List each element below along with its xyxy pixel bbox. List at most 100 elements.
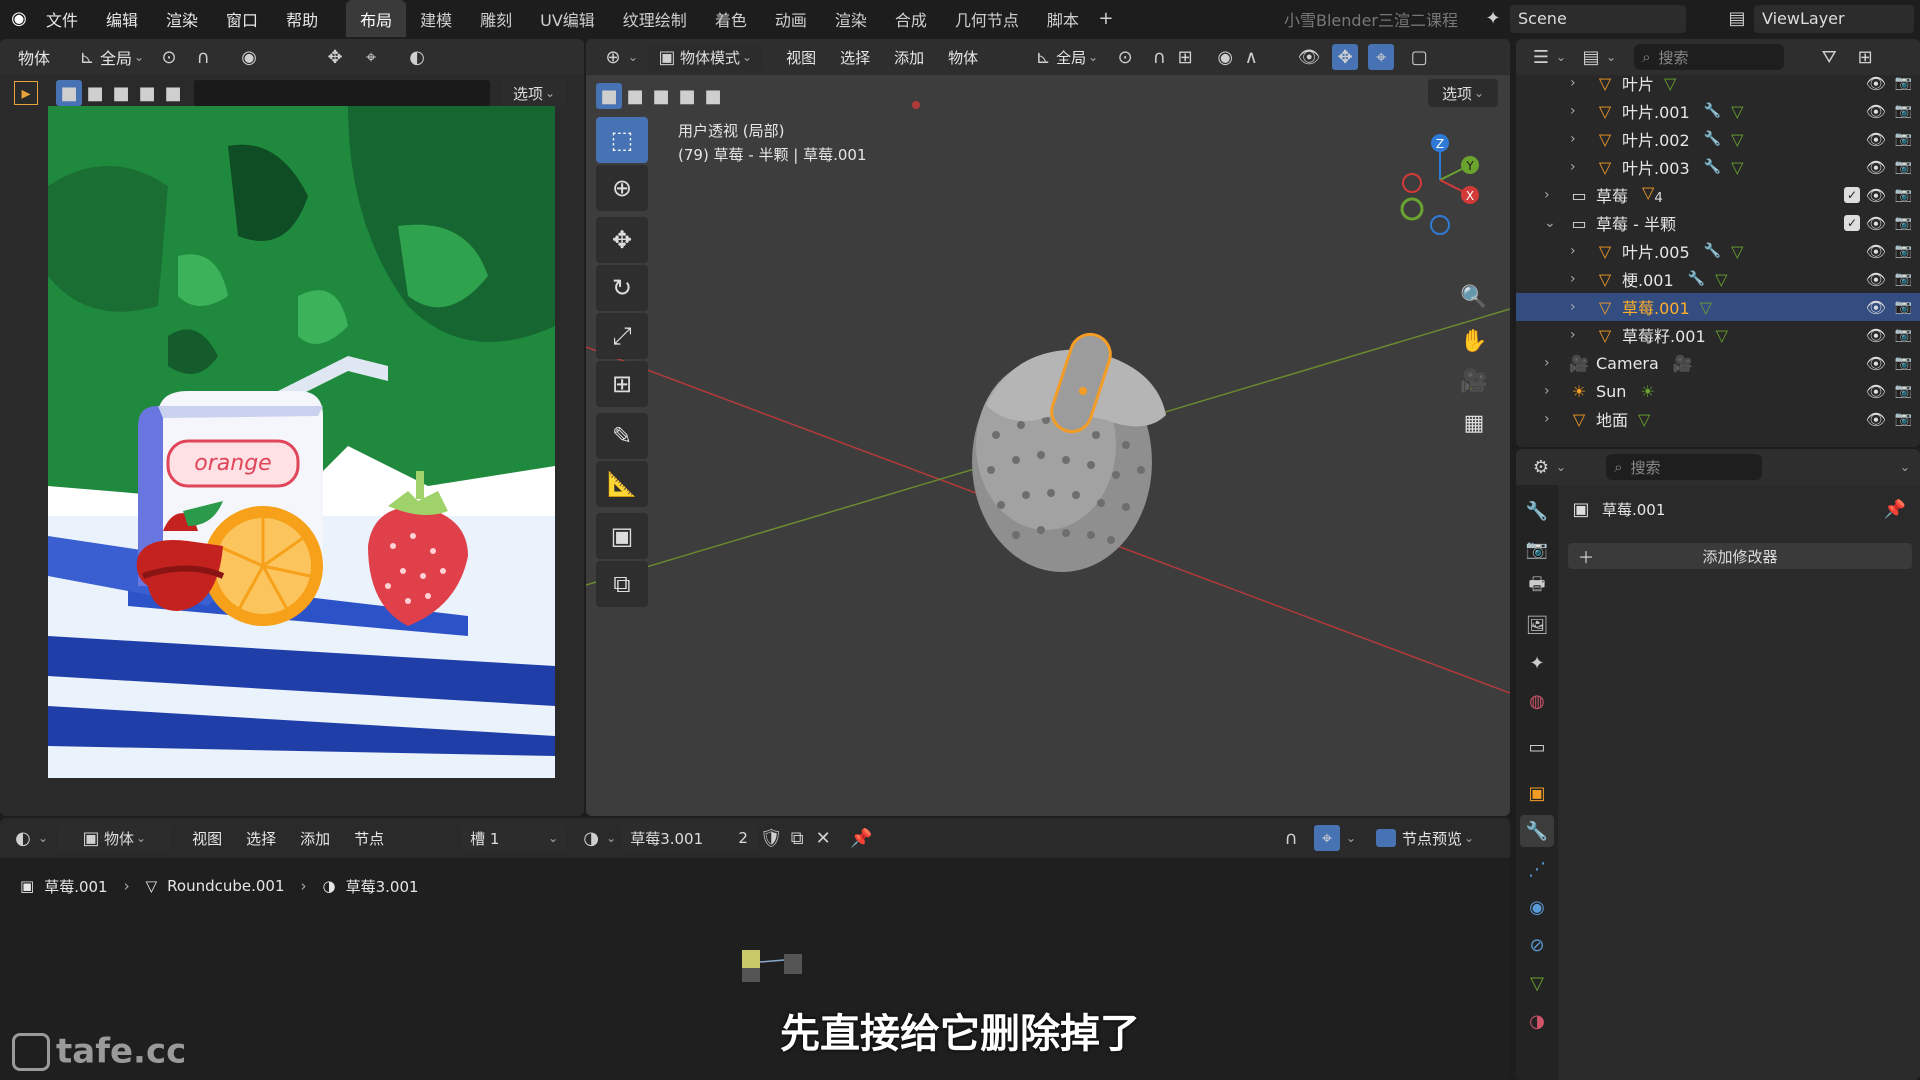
navigation-gizmo[interactable]: Z Y X <box>1390 125 1490 235</box>
proportional-icon[interactable]: ◉ <box>1212 44 1238 70</box>
viewport-menu-item[interactable]: 物体 <box>936 47 990 68</box>
outliner-row[interactable]: › 🎥 Camera 🎥 👁 📷 <box>1516 349 1920 377</box>
render-camera-icon[interactable]: 📷 <box>1895 383 1912 399</box>
image-editor-mode[interactable]: 物体 <box>18 45 50 69</box>
viewport-menu-item[interactable]: 视图 <box>774 47 828 68</box>
gizmo-toggle-icon[interactable]: ✥ <box>322 44 348 70</box>
expand-chevron-icon[interactable]: › <box>1570 271 1588 287</box>
outliner-row[interactable]: › ▽ 草莓.001 ▽ 👁 📷 <box>1516 293 1920 321</box>
workspace-tab[interactable]: 布局 <box>346 0 407 37</box>
scene-selector[interactable]: ✦ Scene <box>1480 4 1686 33</box>
editor-type-icon[interactable]: ◐ <box>10 825 36 851</box>
expand-chevron-icon[interactable]: › <box>1544 383 1562 399</box>
blender-logo-icon[interactable]: ◉ <box>6 6 32 32</box>
breadcrumb-item[interactable]: 草莓3.001 <box>346 876 419 897</box>
outliner-row[interactable]: › ▽ 叶片.005 🔧 ▽ 👁 📷 <box>1516 237 1920 265</box>
view-layer-tab-icon[interactable]: 🖼 <box>1520 609 1554 641</box>
shader-menu-item[interactable]: 添加 <box>288 828 342 849</box>
expand-chevron-icon[interactable]: › <box>1570 75 1588 91</box>
select-intersect-icon[interactable]: ■ <box>160 80 186 106</box>
mesh-data-icon[interactable]: ▽ <box>1731 158 1743 177</box>
render-camera-icon[interactable]: 📷 <box>1895 131 1912 147</box>
fake-user-shield-icon[interactable]: 🛡 <box>758 825 784 851</box>
expand-chevron-icon[interactable]: › <box>1544 187 1562 203</box>
viewport-menu-item[interactable]: 添加 <box>882 47 936 68</box>
add-cube-tool-icon[interactable]: ▣ <box>596 513 648 559</box>
workspace-tab[interactable]: 纹理绘制 <box>609 0 701 37</box>
expand-chevron-icon[interactable]: › <box>1570 327 1588 343</box>
snap-increment-icon[interactable]: ⊞ <box>1172 44 1198 70</box>
modifier-icon[interactable]: 🔧 <box>1704 131 1721 147</box>
outliner-row[interactable]: › ▽ 叶片 ▽ 👁 📷 <box>1516 69 1920 97</box>
object-tab-icon[interactable]: ▣ <box>1520 777 1554 809</box>
outliner-row[interactable]: ⌄ ▭ 草莓 - 半颗 ✓ 👁 📷 <box>1516 209 1920 237</box>
measure-tool-icon[interactable]: 📐 <box>596 461 648 507</box>
mesh-data-icon[interactable]: ▽ <box>1731 102 1743 121</box>
workspace-tab[interactable]: 雕刻 <box>466 0 526 37</box>
chevron-down-icon[interactable]: ⌄ <box>1346 831 1356 845</box>
zoom-icon[interactable]: 🔍 <box>1456 279 1492 315</box>
pin-icon[interactable]: 📌 <box>1882 496 1908 522</box>
slot-selector[interactable]: 槽 1 ⌄ <box>462 824 567 852</box>
particles-tab-icon[interactable]: ⋰ <box>1520 853 1554 885</box>
menu-item[interactable]: 编辑 <box>92 7 152 31</box>
workspace-tab[interactable]: 渲染 <box>821 0 881 37</box>
scene-tab-icon[interactable]: ✦ <box>1520 647 1554 679</box>
shader-object-selector[interactable]: ▣ 物体 ⌄ <box>58 824 171 852</box>
render-camera-icon[interactable]: 📷 <box>1895 327 1912 343</box>
output-tab-icon[interactable]: 🖶 <box>1520 571 1554 603</box>
expand-chevron-icon[interactable]: › <box>1570 131 1588 147</box>
pan-hand-icon[interactable]: ✋ <box>1456 323 1492 359</box>
3d-viewport[interactable]: ⊕ ⌄ ▣ 物体模式 ⌄ 视图 选择 添加 物体 ⊾ 全局 ⌄ ⊙ ∩ ⊞ ◉ ∧ 👁 ✥ … <box>586 39 1510 816</box>
physics-tab-icon[interactable]: ◉ <box>1520 891 1554 923</box>
editor-type-icon[interactable]: ☰ <box>1528 44 1554 70</box>
visibility-eye-icon[interactable]: 👁 <box>1866 326 1886 345</box>
menu-item[interactable]: 窗口 <box>212 7 272 31</box>
outliner-row[interactable]: › ▽ 叶片.003 🔧 ▽ 👁 📷 <box>1516 153 1920 181</box>
editor-type-icon[interactable]: ⊕ <box>600 44 626 70</box>
node-preview-toggle[interactable]: 节点预览 ⌄ <box>1376 828 1474 849</box>
visibility-eye-icon[interactable]: 👁 <box>1866 158 1886 177</box>
snap-icon[interactable]: ∩ <box>1278 825 1304 851</box>
mesh-data-icon[interactable]: ▽ <box>1731 242 1743 261</box>
select-invert-icon[interactable]: ■ <box>134 80 160 106</box>
workspace-tab[interactable]: 着色 <box>701 0 761 37</box>
outliner-row[interactable]: › ▽ 梗.001 🔧 ▽ 👁 📷 <box>1516 265 1920 293</box>
modifier-icon[interactable]: 🔧 <box>1704 159 1721 175</box>
add-workspace-button[interactable]: + <box>1093 6 1119 32</box>
exclude-checkbox[interactable]: ✓ <box>1844 215 1860 231</box>
expand-chevron-icon[interactable]: ⌄ <box>1544 215 1562 231</box>
menu-item[interactable]: 文件 <box>32 7 92 31</box>
exclude-checkbox[interactable]: ✓ <box>1844 187 1860 203</box>
menu-item[interactable]: 渲染 <box>152 7 212 31</box>
workspace-tab[interactable]: 动画 <box>761 0 821 37</box>
modifier-tab-icon[interactable]: 🔧 <box>1520 815 1554 847</box>
tool-tab-icon[interactable]: 🔧 <box>1520 495 1554 527</box>
visibility-eye-icon[interactable]: 👁 <box>1866 130 1886 149</box>
material-name-field[interactable]: 草莓3.001 <box>622 824 729 852</box>
data-tab-icon[interactable]: ▽ <box>1520 967 1554 999</box>
visibility-eye-icon[interactable]: 👁 <box>1866 102 1886 121</box>
mesh-data-icon[interactable]: ▽ <box>1664 74 1676 93</box>
visibility-eye-icon[interactable]: 👁 <box>1866 74 1886 93</box>
pivot-icon[interactable]: ⊙ <box>1112 44 1138 70</box>
light-data-icon[interactable]: ☀ <box>1640 382 1654 401</box>
outliner-row[interactable]: › ▽ 叶片.001 🔧 ▽ 👁 📷 <box>1516 97 1920 125</box>
pivot-icon[interactable]: ⊙ <box>156 44 182 70</box>
add-modifier-button[interactable]: ＋ 添加修改器 <box>1568 543 1912 569</box>
snap-icon[interactable]: ∩ <box>190 44 216 70</box>
new-collection-icon[interactable]: ⊞ <box>1852 44 1878 70</box>
visibility-eye-icon[interactable]: 👁 <box>1866 354 1886 373</box>
shader-menu-item[interactable]: 视图 <box>180 828 234 849</box>
visibility-eye-icon[interactable]: 👁 <box>1866 270 1886 289</box>
viewlayer-selector[interactable]: ▤ ViewLayer <box>1724 4 1914 33</box>
xray-icon[interactable]: ▢ <box>1406 44 1432 70</box>
expand-chevron-icon[interactable]: › <box>1570 243 1588 259</box>
duplicate-material-icon[interactable]: ⧉ <box>784 825 810 851</box>
select-tool-icon[interactable]: ⬚ <box>596 117 648 163</box>
outliner-row[interactable]: › ▭ 草莓 ▽4 ✓ 👁 📷 <box>1516 181 1920 209</box>
render-tab-icon[interactable]: 📷 <box>1520 533 1554 565</box>
select-box-icon[interactable]: ■ <box>56 80 82 106</box>
camera-data-icon[interactable]: 🎥 <box>1673 354 1693 373</box>
select-tool-icon[interactable]: ▸ <box>14 81 38 105</box>
